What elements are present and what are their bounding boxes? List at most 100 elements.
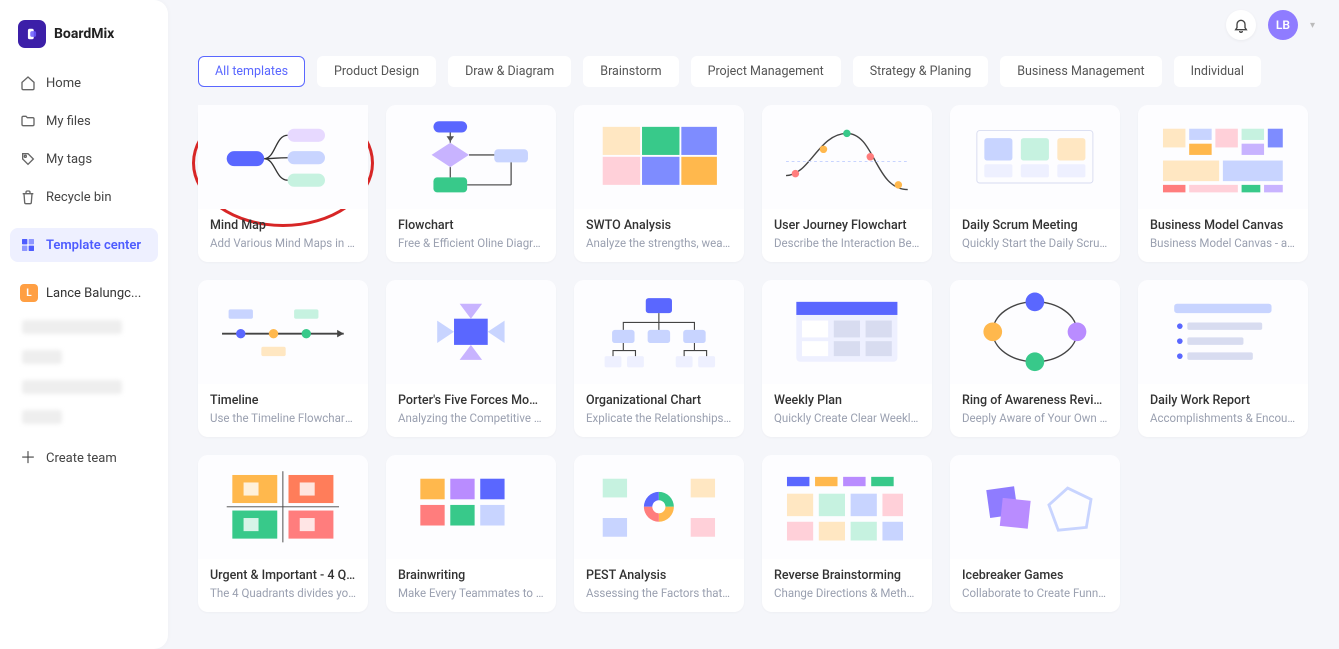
redacted-item: [22, 380, 122, 394]
template-desc: Quickly Create Clear Weekly Plans: [774, 411, 920, 425]
daily-report-icon: [1148, 285, 1298, 379]
nav-template-center[interactable]: Template center: [10, 228, 158, 262]
template-card-org-chart[interactable]: Organizational Chart Explicate the Relat…: [574, 280, 744, 437]
template-desc: Assessing the Factors that Could ...: [586, 586, 732, 600]
template-card-pest[interactable]: PEST Analysis Assessing the Factors that…: [574, 455, 744, 612]
template-title: Organizational Chart: [586, 393, 732, 408]
template-desc: Deeply Aware of Your Own Heart ...: [962, 411, 1108, 425]
template-card-flowchart[interactable]: Flowchart Free & Efficient Oline Diagram…: [386, 105, 556, 262]
template-card-eisenhower[interactable]: Urgent & Important - 4 Qu... The 4 Quadr…: [198, 455, 368, 612]
template-title: Business Model Canvas: [1150, 218, 1296, 233]
template-title: Brainwriting: [398, 568, 544, 583]
filter-business-management[interactable]: Business Management: [1000, 56, 1161, 87]
template-thumb: [762, 455, 932, 559]
avatar-menu-caret[interactable]: ▾: [1310, 20, 1315, 31]
template-thumb: [198, 280, 368, 384]
filter-individual[interactable]: Individual: [1174, 56, 1261, 87]
nav-my-files[interactable]: My files: [10, 104, 158, 138]
template-desc: Add Various Mind Maps in Board...: [210, 236, 356, 250]
template-thumb: [386, 280, 556, 384]
filter-all-templates[interactable]: All templates: [198, 56, 305, 87]
template-card-swto[interactable]: SWTO Analysis Analyze the strengths, wea…: [574, 105, 744, 262]
template-card-user-journey[interactable]: User Journey Flowchart Describe the Inte…: [762, 105, 932, 262]
app-name: BoardMix: [54, 26, 114, 42]
template-title: PEST Analysis: [586, 568, 732, 583]
template-card-ring-awareness[interactable]: Ring of Awareness Review Deeply Aware of…: [950, 280, 1120, 437]
template-thumb: [386, 455, 556, 559]
flowchart-icon: [396, 110, 546, 204]
template-title: Ring of Awareness Review: [962, 393, 1108, 408]
app-logo-row: BoardMix: [10, 14, 158, 62]
template-title: Flowchart: [398, 218, 544, 233]
template-thumb: [574, 455, 744, 559]
nav-label: My files: [46, 114, 91, 129]
template-icon: [20, 237, 36, 253]
nav-home[interactable]: Home: [10, 66, 158, 100]
template-card-bmc[interactable]: Business Model Canvas Business Model Can…: [1138, 105, 1308, 262]
redacted-item: [22, 350, 62, 364]
template-desc: The 4 Quadrants divides your acti...: [210, 586, 356, 600]
template-title: Urgent & Important - 4 Qu...: [210, 568, 356, 583]
create-team-button[interactable]: ＋ Create team: [10, 440, 158, 476]
template-thumb: [198, 455, 368, 559]
tag-icon: [20, 151, 36, 167]
pest-icon: [584, 460, 734, 554]
template-desc: Collaborate to Create Funny Icebr...: [962, 586, 1108, 600]
reverse-brainstorm-icon: [772, 460, 922, 554]
team-badge: L: [20, 284, 38, 302]
template-title: Icebreaker Games: [962, 568, 1108, 583]
nav-my-tags[interactable]: My tags: [10, 142, 158, 176]
template-desc: Use the Timeline Flowchart Templ...: [210, 411, 356, 425]
template-desc: Accomplishments & Encountered ...: [1150, 411, 1296, 425]
template-title: SWTO Analysis: [586, 218, 732, 233]
team-row[interactable]: L Lance Balungc...: [10, 276, 158, 310]
template-desc: Explicate the Relationships of Org...: [586, 411, 732, 425]
template-card-mind-map[interactable]: Mind Map Add Various Mind Maps in Board.…: [198, 105, 368, 262]
plus-icon: ＋: [20, 450, 36, 466]
template-card-daily-scrum[interactable]: Daily Scrum Meeting Quickly Start the Da…: [950, 105, 1120, 262]
ring-awareness-icon: [960, 285, 1110, 379]
filter-strategy-planning[interactable]: Strategy & Planing: [853, 56, 989, 87]
template-card-weekly-plan[interactable]: Weekly Plan Quickly Create Clear Weekly …: [762, 280, 932, 437]
template-card-brainwriting[interactable]: Brainwriting Make Every Teammates to Par…: [386, 455, 556, 612]
filter-project-management[interactable]: Project Management: [691, 56, 841, 87]
template-title: Daily Work Report: [1150, 393, 1296, 408]
template-thumb: [950, 105, 1120, 209]
template-title: Porter's Five Forces Model: [398, 393, 544, 408]
template-desc: Analyze the strengths, weakness...: [586, 236, 732, 250]
weekly-plan-icon: [772, 285, 922, 379]
template-thumb: [950, 280, 1120, 384]
filter-bar: All templates Product Design Draw & Diag…: [168, 50, 1339, 105]
template-title: Reverse Brainstorming: [774, 568, 920, 583]
template-desc: Business Model Canvas - a tool f...: [1150, 236, 1296, 250]
template-title: Weekly Plan: [774, 393, 920, 408]
template-thumb: [762, 280, 932, 384]
main-area: LB ▾ All templates Product Design Draw &…: [168, 0, 1339, 649]
template-card-porter[interactable]: Porter's Five Forces Model Analyzing the…: [386, 280, 556, 437]
template-thumb: [1138, 105, 1308, 209]
porter-icon: [396, 285, 546, 379]
template-thumb: [762, 105, 932, 209]
nav-label: Home: [46, 76, 81, 91]
daily-scrum-icon: [960, 110, 1110, 204]
template-desc: Analyzing the Competitive Enviro...: [398, 411, 544, 425]
template-card-reverse-brainstorm[interactable]: Reverse Brainstorming Change Directions …: [762, 455, 932, 612]
trash-icon: [20, 189, 36, 205]
template-card-timeline[interactable]: Timeline Use the Timeline Flowchart Temp…: [198, 280, 368, 437]
template-title: User Journey Flowchart: [774, 218, 920, 233]
icebreaker-icon: [960, 460, 1110, 554]
template-card-icebreaker[interactable]: Icebreaker Games Collaborate to Create F…: [950, 455, 1120, 612]
notifications-button[interactable]: [1226, 10, 1256, 40]
nav-label: My tags: [46, 152, 92, 167]
filter-draw-diagram[interactable]: Draw & Diagram: [448, 56, 571, 87]
filter-product-design[interactable]: Product Design: [317, 56, 436, 87]
template-desc: Make Every Teammates to Partici...: [398, 586, 544, 600]
nav-label: Recycle bin: [46, 190, 112, 205]
filter-brainstorm[interactable]: Brainstorm: [583, 56, 678, 87]
nav-recycle-bin[interactable]: Recycle bin: [10, 180, 158, 214]
user-avatar[interactable]: LB: [1268, 10, 1298, 40]
template-card-daily-report[interactable]: Daily Work Report Accomplishments & Enco…: [1138, 280, 1308, 437]
redacted-item: [22, 320, 122, 334]
app-logo-icon: [18, 20, 46, 48]
home-icon: [20, 75, 36, 91]
